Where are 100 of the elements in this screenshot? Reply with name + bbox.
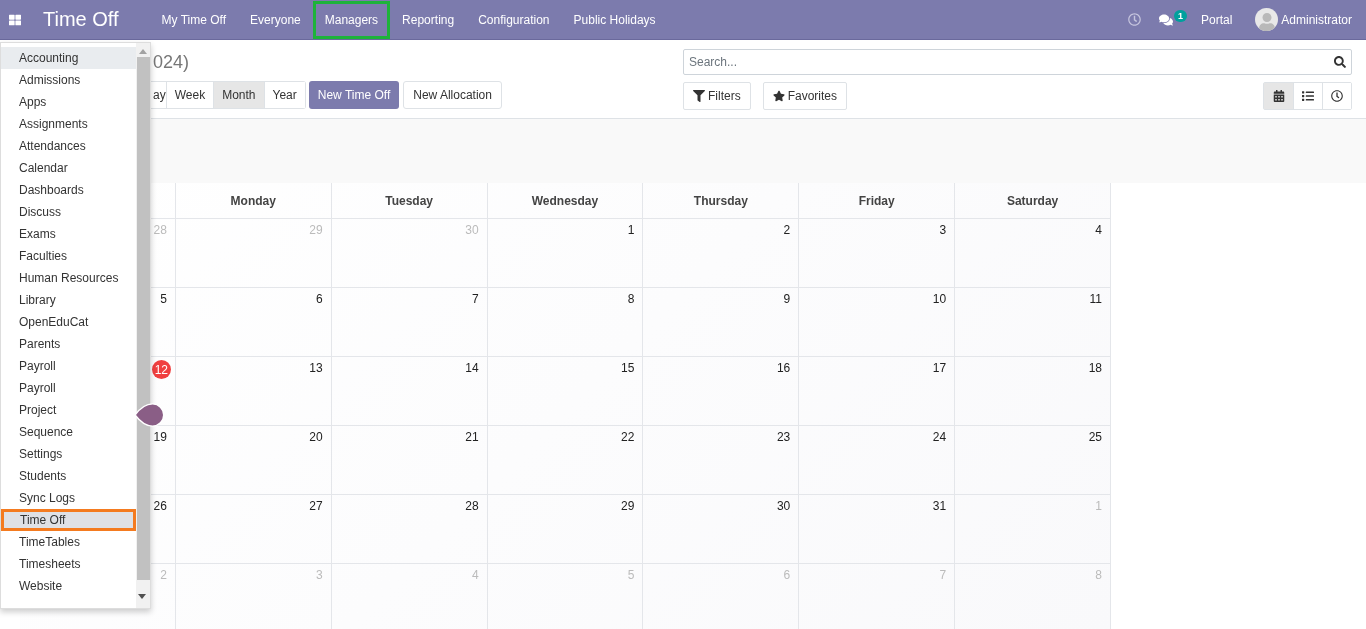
day-number: 19: [153, 430, 167, 444]
app-menu-item[interactable]: Admissions: [1, 69, 136, 91]
day-number: 9: [783, 292, 791, 306]
app-menu-item[interactable]: Students: [1, 465, 136, 487]
app-menu-item[interactable]: Settings: [1, 443, 136, 465]
day-number: 30: [465, 223, 479, 237]
app-menu-item[interactable]: Sync Logs: [1, 487, 136, 509]
view-switch-button[interactable]: [1264, 83, 1293, 109]
scale-button[interactable]: Year: [263, 82, 305, 108]
app-menu-item[interactable]: Apps: [1, 91, 136, 113]
weekday-heading: Friday: [858, 193, 895, 208]
nav-menu-item[interactable]: My Time Off: [149, 0, 239, 39]
day-number: 28: [153, 223, 167, 237]
day-number: 29: [621, 499, 635, 513]
day-number: 3: [939, 223, 947, 237]
day-number: 4: [471, 568, 479, 582]
day-number: 23: [776, 430, 791, 444]
app-menu-item[interactable]: Human Resources: [1, 267, 136, 289]
day-number: 2: [783, 223, 791, 237]
app-menu-item[interactable]: Exams: [1, 223, 136, 245]
app-menu-item[interactable]: Assignments: [1, 113, 136, 135]
app-menu-item[interactable]: Time Off: [1, 509, 136, 531]
search-icon[interactable]: [1334, 56, 1346, 68]
day-number: 16: [776, 361, 791, 375]
day-number: 1: [1095, 499, 1102, 513]
new-time-off-button[interactable]: New Time Off: [308, 81, 400, 109]
portal-link[interactable]: Portal: [1200, 12, 1233, 27]
app-menu-item[interactable]: Library: [1, 289, 136, 311]
app-menu-item[interactable]: Faculties: [1, 245, 136, 267]
favorites-button[interactable]: Favorites: [762, 82, 848, 110]
day-number: 6: [316, 292, 323, 306]
app-menu-item[interactable]: Calendar: [1, 157, 136, 179]
day-number: 11: [1089, 292, 1102, 306]
nav-menu-item[interactable]: Public Holidays: [561, 0, 668, 39]
day-number: 26: [153, 499, 167, 513]
day-number: 20: [309, 430, 323, 444]
day-number: 4: [1095, 223, 1102, 237]
chat-icon[interactable]: [1158, 12, 1173, 27]
day-number: 29: [309, 223, 323, 237]
calendar-icon: [1272, 90, 1285, 102]
scrollbar-thumb[interactable]: [136, 57, 150, 580]
app-menu-item[interactable]: Dashboards: [1, 179, 136, 201]
day-number: 8: [627, 292, 635, 306]
scale-button[interactable]: Month: [213, 82, 264, 108]
day-number: 5: [160, 292, 167, 306]
app-menu-item[interactable]: Parents: [1, 333, 136, 355]
day-number: 22: [621, 430, 635, 444]
nav-menu-item[interactable]: Reporting: [390, 0, 467, 39]
app-title: Time Off: [43, 8, 119, 31]
avatar-icon[interactable]: [1255, 8, 1279, 31]
filters-button[interactable]: Filters: [683, 82, 751, 110]
day-number: 5: [627, 568, 635, 582]
day-number: 6: [783, 568, 791, 582]
view-switch-button[interactable]: [1322, 83, 1351, 109]
day-number: 13: [309, 361, 323, 375]
day-number: 10: [932, 292, 947, 306]
day-number: 12: [151, 360, 171, 379]
nav-menu-item[interactable]: Configuration: [466, 0, 562, 39]
day-number: 15: [621, 361, 635, 375]
app-menu-item[interactable]: TimeTables: [1, 531, 136, 553]
app-menu-item[interactable]: Accounting: [1, 47, 136, 69]
day-number: 18: [1088, 361, 1102, 375]
day-number: 7: [939, 568, 947, 582]
day-number: 25: [1088, 430, 1102, 444]
day-number: 24: [932, 430, 947, 444]
app-menu-item[interactable]: Website: [1, 575, 136, 597]
day-number: 14: [465, 361, 479, 375]
weekday-heading: Thursday: [693, 193, 748, 208]
message-count-badge: 1: [1174, 10, 1187, 22]
app-menu-item[interactable]: Sequence: [1, 421, 136, 443]
new-allocation-button[interactable]: New Allocation: [403, 81, 502, 109]
day-number: 28: [465, 499, 479, 513]
weekday-heading: Saturday: [1006, 193, 1059, 208]
star-icon: [772, 90, 785, 102]
day-number: 8: [1095, 568, 1102, 582]
day-number: 31: [932, 499, 947, 513]
app-menu-item[interactable]: Attendances: [1, 135, 136, 157]
scroll-down-icon[interactable]: [138, 594, 146, 599]
app-menu-item[interactable]: Payroll: [1, 355, 136, 377]
app-menu-item[interactable]: Project: [1, 399, 136, 421]
clock-icon: [1331, 90, 1343, 102]
nav-menu-item[interactable]: Everyone: [238, 0, 313, 39]
weekday-heading: Monday: [230, 193, 276, 208]
day-number: 30: [776, 499, 791, 513]
clock-icon[interactable]: [1127, 13, 1141, 26]
search-field[interactable]: Search...: [683, 49, 1352, 75]
list-icon: [1302, 90, 1314, 102]
day-number: 21: [465, 430, 479, 444]
filter-icon: [693, 90, 705, 102]
user-menu[interactable]: Administrator: [1281, 12, 1352, 27]
nav-menu-item[interactable]: Managers: [312, 0, 391, 39]
day-number: 17: [932, 361, 947, 375]
page-title: 024): [152, 51, 191, 74]
app-menu-item[interactable]: Payroll: [1, 377, 136, 399]
day-number: 3: [316, 568, 323, 582]
weekday-heading: Tuesday: [385, 193, 434, 208]
weekday-heading: Wednesday: [531, 193, 599, 208]
app-menu-item[interactable]: Timesheets: [1, 553, 136, 575]
app-menu-item[interactable]: Discuss: [1, 201, 136, 223]
app-menu-item[interactable]: OpenEduCat: [1, 311, 136, 333]
